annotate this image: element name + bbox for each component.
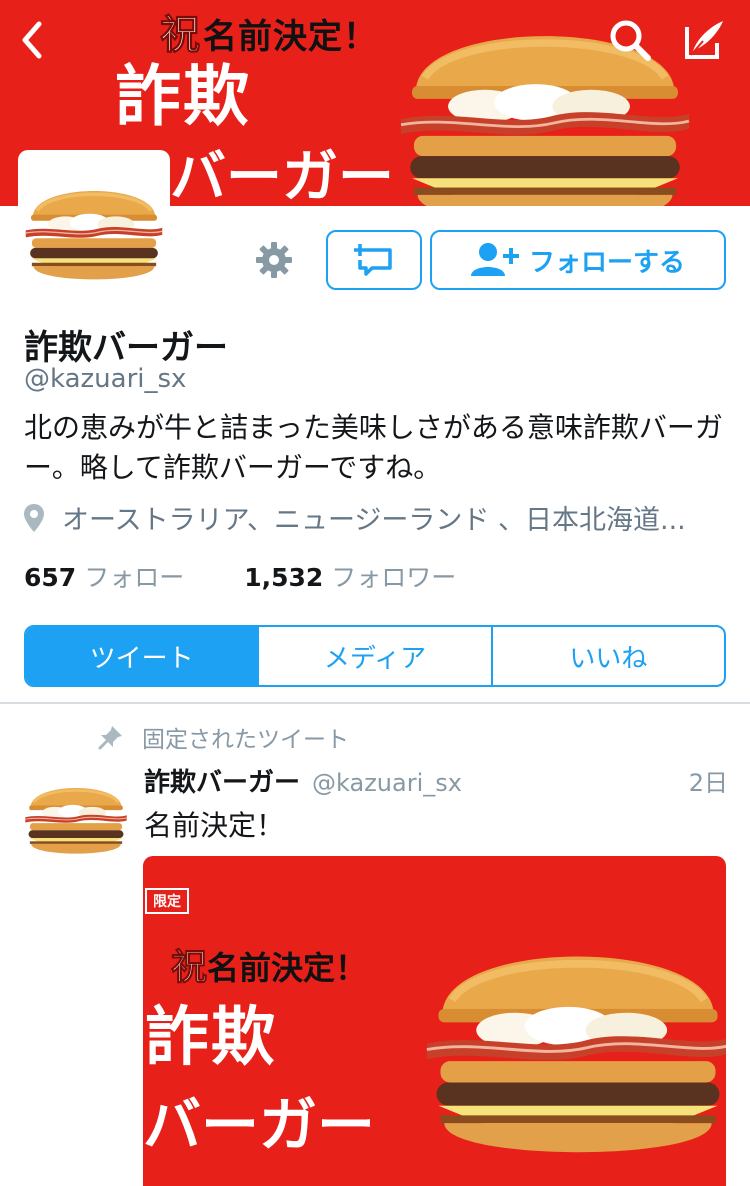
profile-bio: 北の恵みが牛と詰まった美味しさがある意味詐欺バーガー。略して詐欺バーガーですね。 xyxy=(24,411,723,484)
pinned-indicator: 固定されたツイート xyxy=(98,720,349,754)
message-icon xyxy=(354,244,392,276)
location-pin-icon xyxy=(24,503,44,532)
banner-title-line2: バーガー xyxy=(170,145,394,206)
following-stat[interactable]: 657 フォロー xyxy=(24,558,184,594)
media-title-line1: 詐欺 xyxy=(145,1001,277,1075)
banner-tag-prefix: 祝 xyxy=(160,12,201,59)
follow-button-label: フォローする xyxy=(528,247,685,278)
settings-button[interactable] xyxy=(250,236,298,284)
profile-location: オーストラリア、ニュージーランド 、日本北海道... xyxy=(24,498,734,537)
search-icon xyxy=(610,20,651,61)
pinned-label: 固定されたツイート xyxy=(142,727,349,753)
pin-icon xyxy=(98,726,122,750)
tab-likes[interactable]: いいね xyxy=(490,627,724,685)
tweet-media-image[interactable]: 限定 祝名前決定！ 詐欺 バーガー xyxy=(143,856,726,1186)
profile-stats: 657 フォロー 1,532 フォロワー xyxy=(24,558,456,594)
display-name: 詐欺バーガー xyxy=(24,328,228,368)
following-count: 657 xyxy=(24,563,77,592)
gear-icon xyxy=(256,242,292,278)
profile-avatar[interactable] xyxy=(18,150,170,302)
media-tag-prefix: 祝 xyxy=(170,947,208,989)
banner-title-line1: 詐欺 xyxy=(115,58,251,135)
tab-media[interactable]: メディア xyxy=(257,627,490,685)
tweet-text: 名前決定！ xyxy=(144,809,285,842)
chevron-left-icon xyxy=(22,21,42,59)
followers-label: フォロワー xyxy=(331,563,457,592)
tweet-timestamp: 2日 xyxy=(688,769,728,797)
user-handle: @kazuari_sx xyxy=(24,364,187,394)
tweet-avatar[interactable] xyxy=(24,762,128,866)
add-user-icon xyxy=(470,243,519,276)
media-title-line2: バーガー xyxy=(143,1091,376,1159)
banner-tag-text: 名前決定！ xyxy=(203,17,378,57)
tab-tweets[interactable]: ツイート xyxy=(26,627,258,685)
search-button[interactable] xyxy=(604,14,656,66)
back-button[interactable] xyxy=(6,14,58,66)
section-divider xyxy=(0,702,750,704)
followers-stat[interactable]: 1,532 フォロワー xyxy=(244,558,456,594)
compose-button[interactable] xyxy=(678,14,730,66)
media-badge: 限定 xyxy=(145,888,189,914)
tweet-author-handle[interactable]: @kazuari_sx xyxy=(312,769,462,797)
tweet-avatar-burger-image xyxy=(24,786,128,855)
media-tagline: 祝名前決定！ xyxy=(170,938,368,990)
direct-message-button[interactable] xyxy=(326,230,422,290)
tweet-author-name[interactable]: 詐欺バーガー xyxy=(144,762,300,799)
follow-button[interactable]: フォローする xyxy=(430,230,726,290)
media-burger-image xyxy=(423,904,726,1164)
banner-tagline: 祝名前決定！ xyxy=(160,2,378,60)
compose-icon xyxy=(685,21,723,59)
tweet-header: 詐欺バーガー @kazuari_sx 2日 xyxy=(144,762,728,799)
media-tag-text: 名前決定！ xyxy=(207,949,368,987)
followers-count: 1,532 xyxy=(244,563,324,592)
burger-image xyxy=(380,0,710,206)
profile-tabs: ツイート メディア いいね xyxy=(24,625,726,687)
following-label: フォロー xyxy=(84,563,185,592)
avatar-burger-image xyxy=(24,189,164,282)
location-text: オーストラリア、ニュージーランド 、日本北海道... xyxy=(62,505,686,536)
